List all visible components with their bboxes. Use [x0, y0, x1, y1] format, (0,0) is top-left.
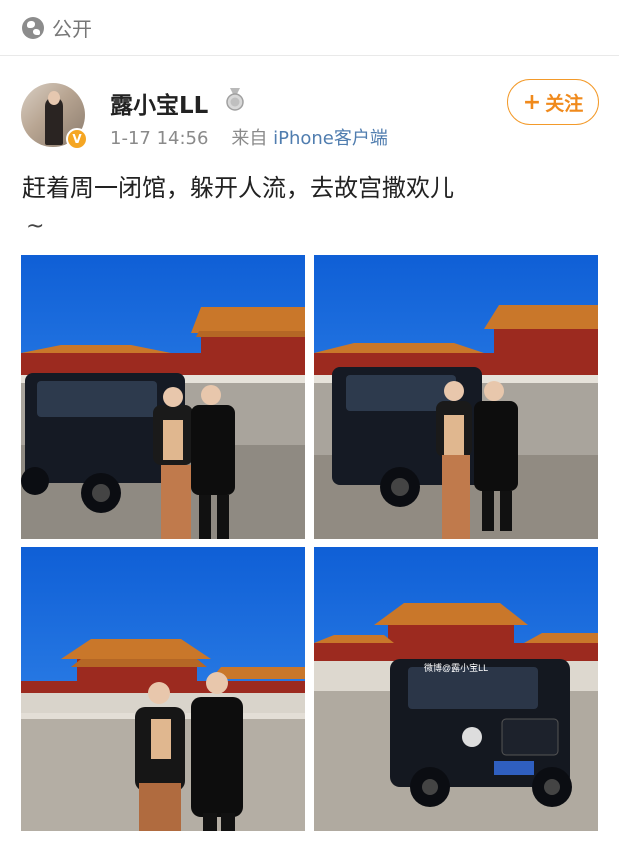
post-header: V 露小宝LL 1-17 14:56 来自 iPhone客户端 + 关注: [0, 76, 619, 156]
medal-icon[interactable]: [224, 86, 246, 112]
post-meta: 1-17 14:56 来自 iPhone客户端: [110, 124, 388, 150]
follow-label: 关注: [545, 92, 584, 115]
post-text-tail: ~: [26, 214, 45, 239]
visibility-label: 公开: [52, 17, 92, 41]
source-link[interactable]: iPhone客户端: [273, 128, 388, 149]
avatar-face: [48, 91, 60, 105]
photo-1[interactable]: [21, 255, 305, 539]
user-name[interactable]: 露小宝LL: [110, 86, 208, 120]
verified-badge-icon: V: [66, 128, 88, 150]
post-date: 1-17 14:56: [110, 128, 209, 149]
source-prefix: 来自: [231, 128, 268, 149]
photo-3[interactable]: [21, 547, 305, 831]
photo-4[interactable]: 微博@露小宝LL: [314, 547, 598, 831]
post-text: 赶着周一闭馆，躲开人流，去故宫撒欢儿: [22, 174, 454, 202]
plus-icon: +: [522, 89, 542, 115]
photo-2[interactable]: [314, 255, 598, 539]
visibility-bar: 公开: [0, 0, 619, 56]
globe-icon: [22, 16, 44, 39]
photo-watermark: 微博@露小宝LL: [424, 662, 488, 673]
follow-button[interactable]: + 关注: [507, 79, 599, 125]
